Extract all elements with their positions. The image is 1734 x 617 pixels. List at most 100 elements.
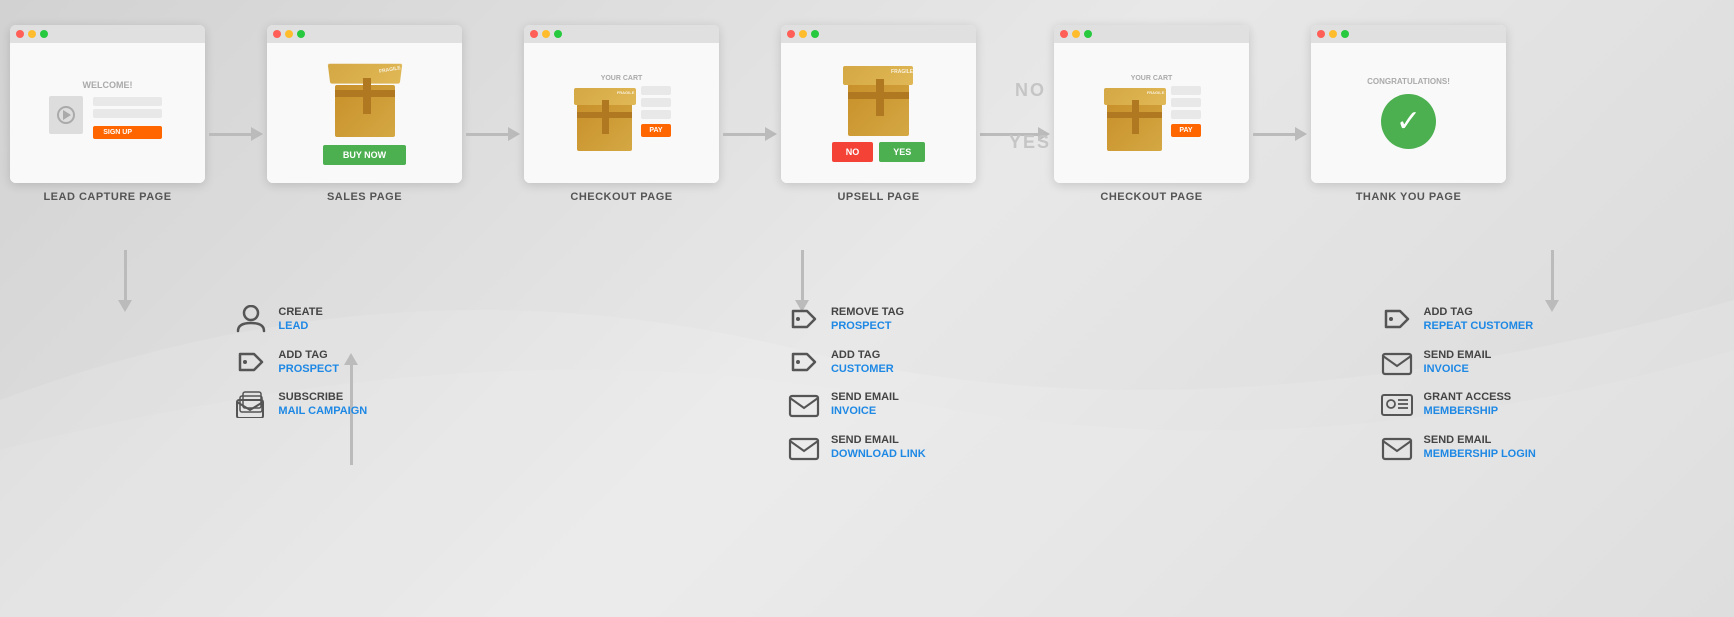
upsell-yes-button[interactable]: YES [879, 142, 925, 162]
action-send-email-membership-login: SEND EMAIL MEMBERSHIP LOGIN [1380, 433, 1540, 462]
action-add-tag-customer: ADD TAG CUSTOMER [787, 348, 947, 377]
add-tag-repeat-customer-text: ADD TAG REPEAT CUSTOMER [1424, 305, 1534, 334]
cp1-field-1 [641, 86, 670, 95]
cp1-browser-content: YOUR CART FRAGILE [524, 43, 719, 183]
arrow-lc-to-sp [205, 127, 267, 203]
down-line-cp1 [801, 250, 804, 300]
ty-browser-content: CONGRATULATIONS! ✓ [1311, 43, 1506, 183]
remove-tag-value: PROSPECT [831, 319, 904, 333]
cp2-pay-button[interactable]: PAY [1171, 124, 1200, 137]
id-card-svg [1380, 390, 1414, 418]
cp1-page-label: CHECKOUT PAGE [570, 191, 672, 203]
send-email-ty-invoice-label: SEND EMAIL [1424, 348, 1492, 362]
action-grant-access-membership: GRANT ACCESS MEMBERSHIP [1380, 390, 1540, 419]
mail-stack-icon [234, 390, 268, 418]
page-unit-thankyou: CONGRATULATIONS! ✓ THANK YOU PAGE [1311, 25, 1506, 203]
cp1-row: FRAGILE PAY [572, 86, 670, 151]
down-line-lc [124, 250, 127, 300]
send-email-ml-value: MEMBERSHIP LOGIN [1424, 447, 1536, 461]
cp2-title: YOUR CART [1131, 75, 1173, 82]
browser-lead-capture: WELCOME! SIGN UP [10, 25, 205, 183]
envelope-icon-download [787, 433, 821, 461]
actions-row: CREATE LEAD ADD TAG PROSPECT [0, 305, 1734, 461]
envelope-svg-membership-login [1380, 433, 1414, 461]
page-unit-checkout1: YOUR CART FRAGILE [524, 25, 719, 203]
box-tape-h-cp1 [577, 112, 632, 118]
lcp-play-button[interactable] [57, 106, 75, 124]
ty-page-label: THANK YOU PAGE [1356, 191, 1462, 203]
dot-red-sp [273, 30, 281, 38]
upsell-no-button[interactable]: NO [832, 142, 874, 162]
arrow-head-5 [1295, 127, 1307, 141]
cp1-title: YOUR CART [601, 75, 643, 82]
action-subscribe-mail: SUBSCRIBE MAIL CAMPAIGN [234, 390, 394, 419]
lcp-form-fields: SIGN UP [89, 97, 166, 139]
send-email-membership-login-text: SEND EMAIL MEMBERSHIP LOGIN [1424, 433, 1536, 462]
send-email-ty-invoice-value: INVOICE [1424, 362, 1492, 376]
send-email-ml-label: SEND EMAIL [1424, 433, 1536, 447]
cp2-row: FRAGILE PAY [1102, 86, 1200, 151]
action-remove-tag-prospect: REMOVE TAG PROSPECT [787, 305, 947, 334]
tag-icon-repeat-customer [1380, 305, 1414, 333]
send-email-download-text: SEND EMAIL DOWNLOAD LINK [831, 433, 926, 462]
envelope-svg-cp1-invoice [787, 390, 821, 418]
arrow-head-1 [251, 127, 263, 141]
remove-tag-label: REMOVE TAG [831, 305, 904, 319]
cp1-fields: PAY [641, 86, 670, 137]
envelope-svg-ty-invoice [1380, 348, 1414, 376]
down-arrow-lc [118, 250, 132, 312]
titlebar-lead-capture [10, 25, 205, 43]
action-group-checkout1: REMOVE TAG PROSPECT ADD TAG CUSTOMER [787, 305, 947, 461]
person-svg [234, 305, 268, 333]
dot-green-lc [40, 30, 48, 38]
person-icon [234, 305, 268, 333]
lcp-welcome-text: WELCOME! [83, 80, 133, 90]
cp1-pay-button[interactable]: PAY [641, 124, 670, 137]
subscribe-value: MAIL CAMPAIGN [278, 404, 367, 418]
page-unit-sales: FRAGILE BUY NOW SALES PAGE [267, 25, 462, 203]
up-page-label: UPSELL PAGE [837, 191, 919, 203]
add-tag-prospect-lc-text: ADD TAG PROSPECT [278, 348, 339, 377]
subscribe-label: SUBSCRIBE [278, 390, 367, 404]
arrow-cp2-to-ty [1249, 127, 1311, 203]
dot-green-ty [1341, 30, 1349, 38]
box-tape-h [335, 90, 395, 97]
dot-green-cp2 [1084, 30, 1092, 38]
dot-green-cp1 [554, 30, 562, 38]
send-email-invoice-ty-text: SEND EMAIL INVOICE [1424, 348, 1492, 377]
action-send-email-invoice-cp1: SEND EMAIL INVOICE [787, 390, 947, 419]
subscribe-mail-text: SUBSCRIBE MAIL CAMPAIGN [278, 390, 367, 419]
fragile-cp2: FRAGILE [1147, 90, 1165, 95]
arrow-head-2 [508, 127, 520, 141]
page-unit-upsell: FRAGILE NO YES UPSELL PAGE NO YES [781, 25, 976, 203]
page-unit-lead-capture: WELCOME! SIGN UP [10, 25, 205, 203]
down-line-ty [1551, 250, 1554, 300]
send-email-invoice-cp1-text: SEND EMAIL INVOICE [831, 390, 899, 419]
package-box-upsell: FRAGILE [841, 64, 916, 136]
box-tape-h-up [848, 92, 909, 99]
dot-green-sp [297, 30, 305, 38]
browser-upsell: FRAGILE NO YES [781, 25, 976, 183]
envelope-icon-ty-invoice [1380, 348, 1414, 376]
create-label: CREATE [278, 305, 322, 319]
tag-svg-lc [234, 348, 268, 376]
sp-page-label: SALES PAGE [327, 191, 402, 203]
add-tag-lc-label: ADD TAG [278, 348, 339, 362]
ty-title-text: CONGRATULATIONS! [1367, 77, 1450, 86]
dot-yellow-cp2 [1072, 30, 1080, 38]
lcp-browser-content: WELCOME! SIGN UP [10, 43, 205, 183]
cp1-field-2 [641, 98, 670, 107]
envelope-svg-download [787, 433, 821, 461]
arrow-line-3 [723, 133, 765, 136]
dot-yellow-lc [28, 30, 36, 38]
page-unit-checkout2: YOUR CART FRAGILE [1054, 25, 1249, 203]
buy-now-button[interactable]: BUY NOW [323, 145, 406, 165]
action-send-email-invoice-ty: SEND EMAIL INVOICE [1380, 348, 1540, 377]
action-send-email-download: SEND EMAIL DOWNLOAD LINK [787, 433, 947, 462]
lcp-signup-button[interactable]: SIGN UP [93, 126, 162, 139]
cp2-fields: PAY [1171, 86, 1200, 137]
browser-checkout1: YOUR CART FRAGILE [524, 25, 719, 183]
arrow-cp1-to-up [719, 127, 781, 203]
grant-access-value: MEMBERSHIP [1424, 404, 1512, 418]
browser-thankyou: CONGRATULATIONS! ✓ [1311, 25, 1506, 183]
